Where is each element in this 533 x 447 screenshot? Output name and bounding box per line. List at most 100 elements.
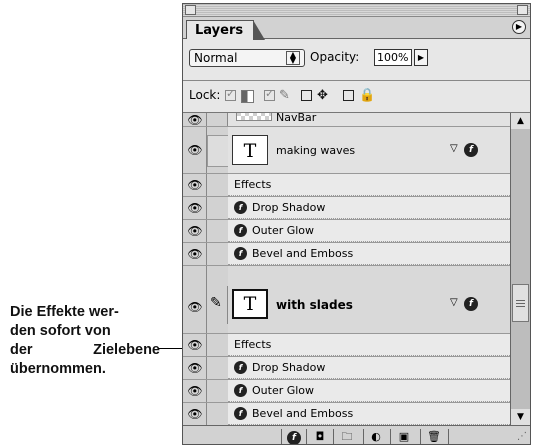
row-content: Effects	[228, 174, 510, 196]
row-content: f Drop Shadow	[228, 197, 510, 219]
new-set-folder-icon[interactable]: 🗀	[338, 429, 356, 444]
lock-transparency-checkbox[interactable]	[225, 87, 236, 101]
row-content: f Bevel and Emboss	[228, 403, 510, 425]
effect-icon: f	[234, 361, 247, 374]
opacity-label: Opacity:	[310, 50, 360, 64]
zoom-box-icon[interactable]	[517, 5, 528, 15]
new-layer-icon[interactable]: ▣	[395, 429, 413, 444]
layers-panel: Layers ▶ Normal ▲ ▼ Opacity: 100% ▶ Lock:…	[182, 3, 531, 445]
effect-name: Drop Shadow	[252, 201, 326, 214]
panel-bottom-bar: f ◘ 🗀 ◐ ▣ 🗑 ⋰	[183, 425, 530, 444]
effect-icon: f	[234, 407, 247, 420]
panel-menu-icon[interactable]: ▶	[512, 20, 526, 34]
effects-icon: f	[464, 143, 478, 157]
lock-icon: 🔒	[359, 88, 376, 103]
scroll-up-icon[interactable]: ▲	[511, 113, 530, 129]
layer-thumbnail	[236, 113, 272, 121]
eye-icon[interactable]: 👁	[187, 143, 203, 157]
close-box-icon[interactable]	[185, 5, 196, 15]
caption-line: übernommen.	[10, 361, 106, 377]
effect-row-drop-shadow[interactable]: 👁 f Drop Shadow	[183, 197, 510, 220]
eye-icon[interactable]: 👁	[187, 361, 203, 375]
layer-row-with-slades[interactable]: 👁 ✎ T with slades ▽ f	[183, 266, 510, 334]
effect-name: Outer Glow	[252, 384, 315, 397]
layer-name: with slades	[276, 298, 353, 312]
row-content: f Drop Shadow	[228, 357, 510, 379]
effect-row-drop-shadow[interactable]: 👁 f Drop Shadow	[183, 357, 510, 380]
row-content: f Outer Glow	[228, 380, 510, 402]
effect-name: Outer Glow	[252, 224, 315, 237]
move-icon: ✥	[317, 88, 328, 103]
tab-layers[interactable]: Layers	[186, 20, 265, 40]
effect-icon: f	[234, 247, 247, 260]
effects-header-row[interactable]: 👁 Effects	[183, 334, 510, 357]
vertical-scrollbar[interactable]: ▲ ▼	[510, 113, 530, 425]
effect-icon: f	[234, 224, 247, 237]
controls-divider	[183, 80, 530, 81]
separator	[281, 429, 282, 444]
effect-icon: f	[234, 201, 247, 214]
caption-line: Die Effekte wer-	[10, 304, 119, 320]
effect-name: Bevel and Emboss	[252, 407, 354, 420]
eye-icon[interactable]: 👁	[187, 178, 203, 192]
eye-icon[interactable]: 👁	[187, 247, 203, 261]
layer-name: making waves	[276, 144, 356, 157]
lock-image-checkbox[interactable]	[264, 87, 275, 101]
effect-icon: f	[234, 384, 247, 397]
effects-label: Effects	[234, 178, 272, 191]
caption-text: Die Effekte wer- den sofort von der Ziel…	[10, 303, 160, 379]
select-arrows-icon: ▲ ▼	[286, 51, 300, 65]
layer-name: NavBar	[276, 113, 317, 124]
effect-row-outer-glow[interactable]: 👁 f Outer Glow	[183, 220, 510, 243]
opacity-input[interactable]: 100%	[374, 49, 412, 66]
eye-icon[interactable]: 👁	[187, 384, 203, 398]
effect-name: Drop Shadow	[252, 361, 326, 374]
layer-controls: Normal ▲▼ Opacity: 100% ▶ Lock: ✎ ✥ 🔒	[183, 39, 530, 113]
eye-icon[interactable]: 👁	[187, 338, 203, 352]
eye-icon[interactable]: 👁	[187, 224, 203, 238]
brush-icon: ✎	[210, 295, 222, 311]
caption-line: der Zielebene	[10, 342, 160, 358]
tab-row: Layers ▶	[183, 17, 530, 40]
effects-header-row[interactable]: 👁 Effects	[183, 174, 510, 197]
effect-row-bevel-emboss[interactable]: 👁 f Bevel and Emboss	[183, 243, 510, 266]
eye-icon[interactable]: 👁	[187, 407, 203, 421]
brush-icon: ✎	[279, 88, 290, 103]
link-cell[interactable]: ✎	[207, 286, 228, 324]
link-cell[interactable]	[207, 113, 228, 126]
lock-all-checkbox[interactable]	[343, 90, 354, 101]
effect-row-bevel-emboss[interactable]: 👁 f Bevel and Emboss	[183, 403, 510, 425]
eye-icon[interactable]: 👁	[187, 201, 203, 215]
blend-mode-select[interactable]: Normal ▲ ▼	[189, 49, 305, 67]
add-mask-icon[interactable]: ◘	[311, 429, 329, 444]
link-cell[interactable]	[207, 135, 229, 167]
text-layer-thumbnail: T	[232, 135, 268, 165]
expand-triangle-icon[interactable]: ▽	[450, 297, 458, 308]
separator	[306, 429, 307, 444]
eye-icon[interactable]: 👁	[187, 300, 203, 314]
scroll-down-icon[interactable]: ▼	[511, 409, 530, 425]
panel-titlebar[interactable]	[183, 4, 530, 17]
row-content: f Outer Glow	[228, 220, 510, 242]
separator	[448, 429, 449, 444]
caption-line: den sofort von	[10, 323, 111, 339]
adjustment-layer-icon[interactable]: ◐	[367, 429, 385, 444]
separator	[390, 429, 391, 444]
separator	[333, 429, 334, 444]
effects-label: Effects	[234, 338, 272, 351]
expand-triangle-icon[interactable]: ▽	[450, 143, 458, 154]
row-content: f Bevel and Emboss	[228, 243, 510, 265]
layer-row-making-waves[interactable]: 👁 T making waves ▽ f	[183, 127, 510, 174]
add-layer-style-icon[interactable]: f	[285, 429, 303, 444]
effect-row-outer-glow[interactable]: 👁 f Outer Glow	[183, 380, 510, 403]
layer-row-navbar[interactable]: 👁 NavBar	[183, 113, 510, 127]
scroll-track[interactable]	[511, 129, 530, 409]
text-layer-thumbnail: T	[232, 289, 268, 319]
trash-icon[interactable]: 🗑	[425, 429, 443, 444]
lock-position-checkbox[interactable]	[301, 90, 312, 101]
eye-icon[interactable]: 👁	[187, 113, 203, 127]
resize-grip-icon[interactable]: ⋰	[517, 431, 527, 442]
effects-icon: f	[464, 297, 478, 311]
opacity-slider-arrow-icon[interactable]: ▶	[414, 49, 428, 66]
scroll-thumb[interactable]	[512, 284, 529, 322]
